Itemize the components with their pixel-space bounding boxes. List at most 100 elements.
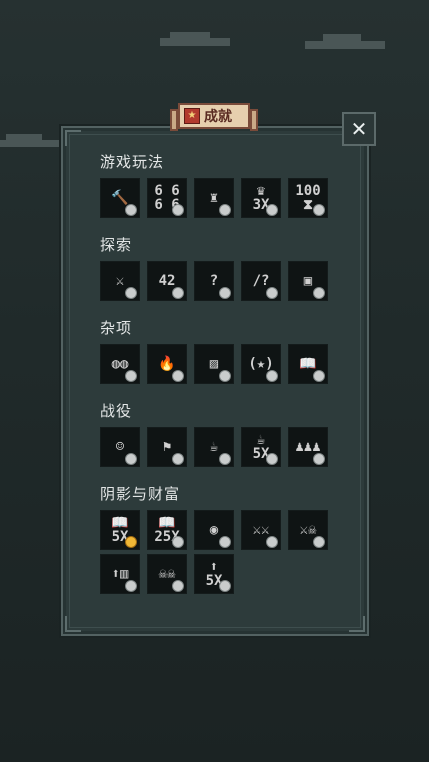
achievement-tile[interactable]: ☺: [100, 427, 140, 467]
achievement-tile[interactable]: ♛ 3X: [241, 178, 281, 218]
frame-corner: [65, 616, 81, 632]
achievement-row: ◍◍ 🔥 ▨ (★) 📖: [100, 344, 328, 384]
locked-badge-icon: [172, 204, 184, 216]
book-icon: 📖: [299, 356, 317, 372]
fire-icon: 🔥: [158, 356, 176, 372]
achievement-tile[interactable]: ◍◍: [100, 344, 140, 384]
locked-badge-icon: [172, 287, 184, 299]
frame-corner: [349, 616, 365, 632]
locked-badge-icon: [219, 536, 231, 548]
achievement-row: ⬆▥ ☠☠ ⬆ 5X: [100, 554, 328, 594]
locked-badge-icon: [219, 580, 231, 592]
achievement-tile[interactable]: ♜: [194, 178, 234, 218]
swords-skulls-icon: ⚔☠: [299, 522, 317, 538]
frame-corner: [65, 130, 81, 146]
achievement-tile[interactable]: ☕: [194, 427, 234, 467]
achievement-tile[interactable]: ▨: [194, 344, 234, 384]
achievement-tile[interactable]: 42: [147, 261, 187, 301]
locked-badge-icon: [219, 204, 231, 216]
achievement-tile[interactable]: ?: [194, 261, 234, 301]
achievement-section: 杂项 ◍◍ 🔥 ▨ (★) 📖: [100, 318, 328, 388]
laurel-star-icon: (★): [248, 356, 274, 372]
locked-badge-icon: [313, 287, 325, 299]
painting-icon: ▨: [209, 356, 219, 372]
achievement-tile[interactable]: ♟♟♟: [288, 427, 328, 467]
map-sword-icon: ⚑: [162, 439, 172, 455]
achievement-tile[interactable]: (★): [241, 344, 281, 384]
achievement-tile[interactable]: 6 6 6 6: [147, 178, 187, 218]
locked-badge-icon: [172, 370, 184, 382]
section-title: 探索: [100, 236, 133, 254]
section-title: 阴影与财富: [100, 485, 181, 503]
mug-icon: ☕: [209, 439, 219, 455]
achievement-section: 探索 ⚔ 42? /? ▣: [100, 235, 328, 305]
achievement-tile[interactable]: ⚔: [100, 261, 140, 301]
achievement-tile[interactable]: ⬆ 5X: [194, 554, 234, 594]
section-title: 游戏玩法: [100, 153, 165, 171]
locked-badge-icon: [125, 204, 137, 216]
crowd-icon: ♟♟♟: [295, 439, 321, 455]
locked-badge-icon: [219, 370, 231, 382]
glow-orb-icon: ◉: [209, 522, 219, 538]
locked-badge-icon: [219, 287, 231, 299]
locked-badge-icon: [313, 536, 325, 548]
section-title: 杂项: [100, 319, 133, 337]
achievement-tile[interactable]: ☠☠: [147, 554, 187, 594]
locked-badge-icon: [125, 580, 137, 592]
section-title: 战役: [100, 402, 133, 420]
swords-figures-icon: ⚔⚔: [252, 522, 270, 538]
achievement-section: 游戏玩法 🔨 6 6 6 6 ♜ ♛ 3X100 ⧗: [100, 152, 328, 222]
achievement-tile[interactable]: 📖: [288, 344, 328, 384]
arrow-building-icon: ⬆▥: [111, 566, 129, 582]
achievement-row: 🔨 6 6 6 6 ♜ ♛ 3X100 ⧗: [100, 178, 328, 218]
locked-badge-icon: [172, 453, 184, 465]
achievement-tile[interactable]: /?: [241, 261, 281, 301]
achievement-tile[interactable]: ⚑: [147, 427, 187, 467]
locked-badge-icon: [172, 580, 184, 592]
achievement-tile[interactable]: 🔨: [100, 178, 140, 218]
locked-badge-icon: [266, 287, 278, 299]
number-42-icon: 42: [158, 273, 176, 289]
achievement-tile[interactable]: ⬆▥: [100, 554, 140, 594]
locked-badge-icon: [172, 536, 184, 548]
achievement-tile[interactable]: 🔥: [147, 344, 187, 384]
achievement-row: ⚔ 42? /? ▣: [100, 261, 328, 301]
achievement-tile[interactable]: ▣: [288, 261, 328, 301]
castle-icon: ♜: [209, 190, 219, 206]
locked-badge-icon: [125, 370, 137, 382]
achievement-tile[interactable]: ⚔☠: [288, 510, 328, 550]
achievement-row: ☺ ⚑ ☕ ☕ 5X ♟♟♟: [100, 427, 328, 467]
achievement-tile[interactable]: ☕ 5X: [241, 427, 281, 467]
locked-badge-icon: [313, 204, 325, 216]
hammer-icon: 🔨: [111, 190, 129, 206]
sword-question-icon: /?: [252, 273, 270, 289]
panel-title: 成就: [204, 109, 232, 125]
locked-badge-icon: [266, 453, 278, 465]
achievement-tile[interactable]: ⚔⚔: [241, 510, 281, 550]
sword-hourglass-icon: ⚔: [115, 273, 125, 289]
locked-badge-icon: [125, 287, 137, 299]
skulls-crowd-icon: ☠☠: [158, 566, 176, 582]
achievement-section: 战役 ☺ ⚑ ☕ ☕ 5X ♟♟♟: [100, 401, 328, 471]
locked-badge-icon: [266, 204, 278, 216]
achievement-tile[interactable]: ◉: [194, 510, 234, 550]
locked-badge-icon: [313, 370, 325, 382]
achievement-tile[interactable]: 📖 25X: [147, 510, 187, 550]
achievement-section: 阴影与财富 📖 5X 📖 25X ◉ ⚔⚔ ⚔☠ ⬆▥ ☠☠ ⬆ 5X: [100, 484, 328, 598]
achievement-tile[interactable]: 📖 5X: [100, 510, 140, 550]
locked-badge-icon: [219, 453, 231, 465]
gold-badge-icon: [125, 536, 137, 548]
locked-badge-icon: [125, 453, 137, 465]
locked-badge-icon: [313, 453, 325, 465]
close-button[interactable]: ✕: [342, 112, 376, 146]
chest-icon: ▣: [303, 273, 313, 289]
question-icon: ?: [209, 273, 219, 289]
achievement-row: 📖 5X 📖 25X ◉ ⚔⚔ ⚔☠: [100, 510, 328, 550]
title-banner: ★ 成就: [170, 103, 258, 131]
locked-badge-icon: [266, 370, 278, 382]
locked-badge-icon: [266, 536, 278, 548]
trophy-icon: ★: [184, 108, 200, 124]
bearded-face-icon: ☺: [115, 439, 125, 455]
achievement-tile[interactable]: 100 ⧗: [288, 178, 328, 218]
coin-stacks-icon: ◍◍: [111, 356, 129, 372]
